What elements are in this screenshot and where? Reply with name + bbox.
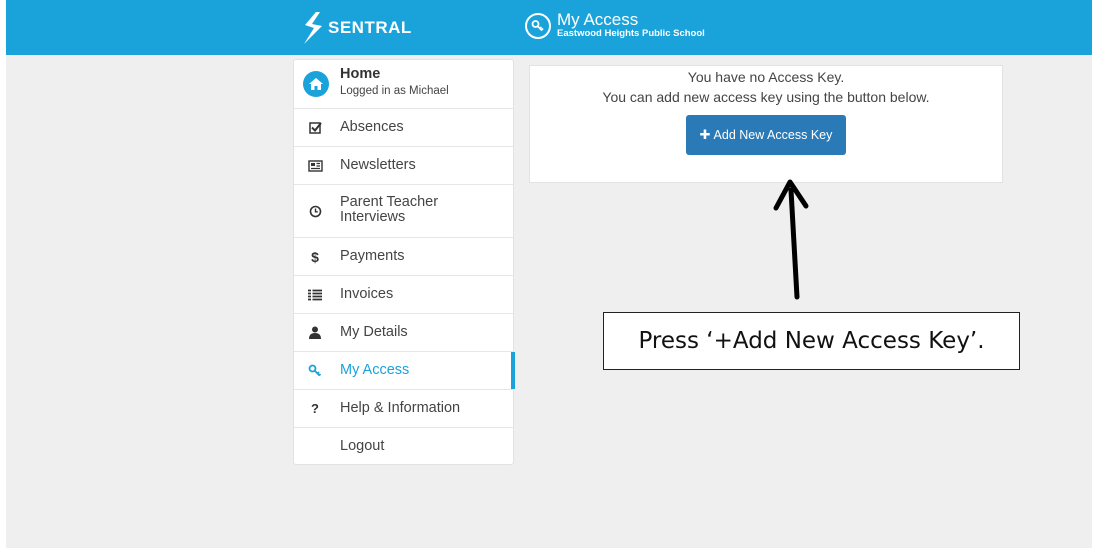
sidebar-item-my-details[interactable]: My Details [294,314,513,352]
page-heading: My Access Eastwood Heights Public School [525,11,705,40]
sidebar-item-label: Newsletters [340,157,416,173]
home-label: Home [340,66,381,82]
sidebar-item-logout[interactable]: Logout [294,428,513,464]
sidebar-item-label: Invoices [340,286,394,302]
sidebar-item-label: Logout [340,437,385,454]
sidebar-item-home[interactable]: Home Logged in as Michael [294,60,513,109]
key-icon [525,12,551,39]
dollar-icon: $ [311,248,319,265]
access-key-panel: You have no Access Key. You can add new … [529,65,1003,183]
user-icon [306,326,324,339]
sentral-logo[interactable]: SENTRAL [302,12,412,44]
newspaper-icon [306,159,324,172]
sidebar-item-my-access[interactable]: My Access [294,352,515,390]
school-name: Eastwood Heights Public School [557,28,705,39]
page-title: My Access [557,10,639,29]
sidebar-nav: Home Logged in as Michael Absences Newsl… [293,59,515,465]
key-icon [306,364,324,377]
sidebar-item-label: Help & Information [340,400,461,416]
add-new-access-key-button[interactable]: ✚ Add New Access Key [686,115,846,155]
logged-in-as: Logged in as Michael [340,85,449,97]
no-access-key-message: You have no Access Key. [687,69,845,85]
sidebar-item-payments[interactable]: $ Payments [294,238,513,276]
brand-name: SENTRAL [328,18,412,37]
add-button-label: Add New Access Key [713,128,833,142]
sidebar-item-help[interactable]: ? Help & Information [294,390,513,428]
sidebar-item-label-line2: Interviews [340,209,406,225]
sidebar-item-label: Absences [340,119,404,135]
add-key-instructions: You can add new access key using the but… [602,89,930,105]
sidebar-item-label-line1: Parent Teacher [340,194,439,210]
sidebar-item-invoices[interactable]: Invoices [294,276,513,314]
list-icon [306,289,324,301]
sidebar-item-parent-teacher-interviews[interactable]: Parent Teacher Interviews [294,185,513,238]
check-square-icon [306,121,324,134]
clock-icon [306,205,324,218]
home-icon [303,71,329,97]
annotation-arrow [773,179,809,300]
sidebar-item-label: My Access [340,362,410,378]
sidebar-item-label: Payments [340,248,405,264]
plus-icon: ✚ [699,127,711,142]
sidebar-item-absences[interactable]: Absences [294,109,513,147]
active-indicator [511,352,515,389]
callout-text: Press ‘+Add New Access Key’. [638,328,985,354]
sentral-s-icon [304,12,322,44]
sidebar-item-newsletters[interactable]: Newsletters [294,147,513,185]
question-icon: ? [311,401,319,416]
instruction-callout: Press ‘+Add New Access Key’. [603,312,1020,370]
sidebar-item-label: My Details [340,324,408,340]
